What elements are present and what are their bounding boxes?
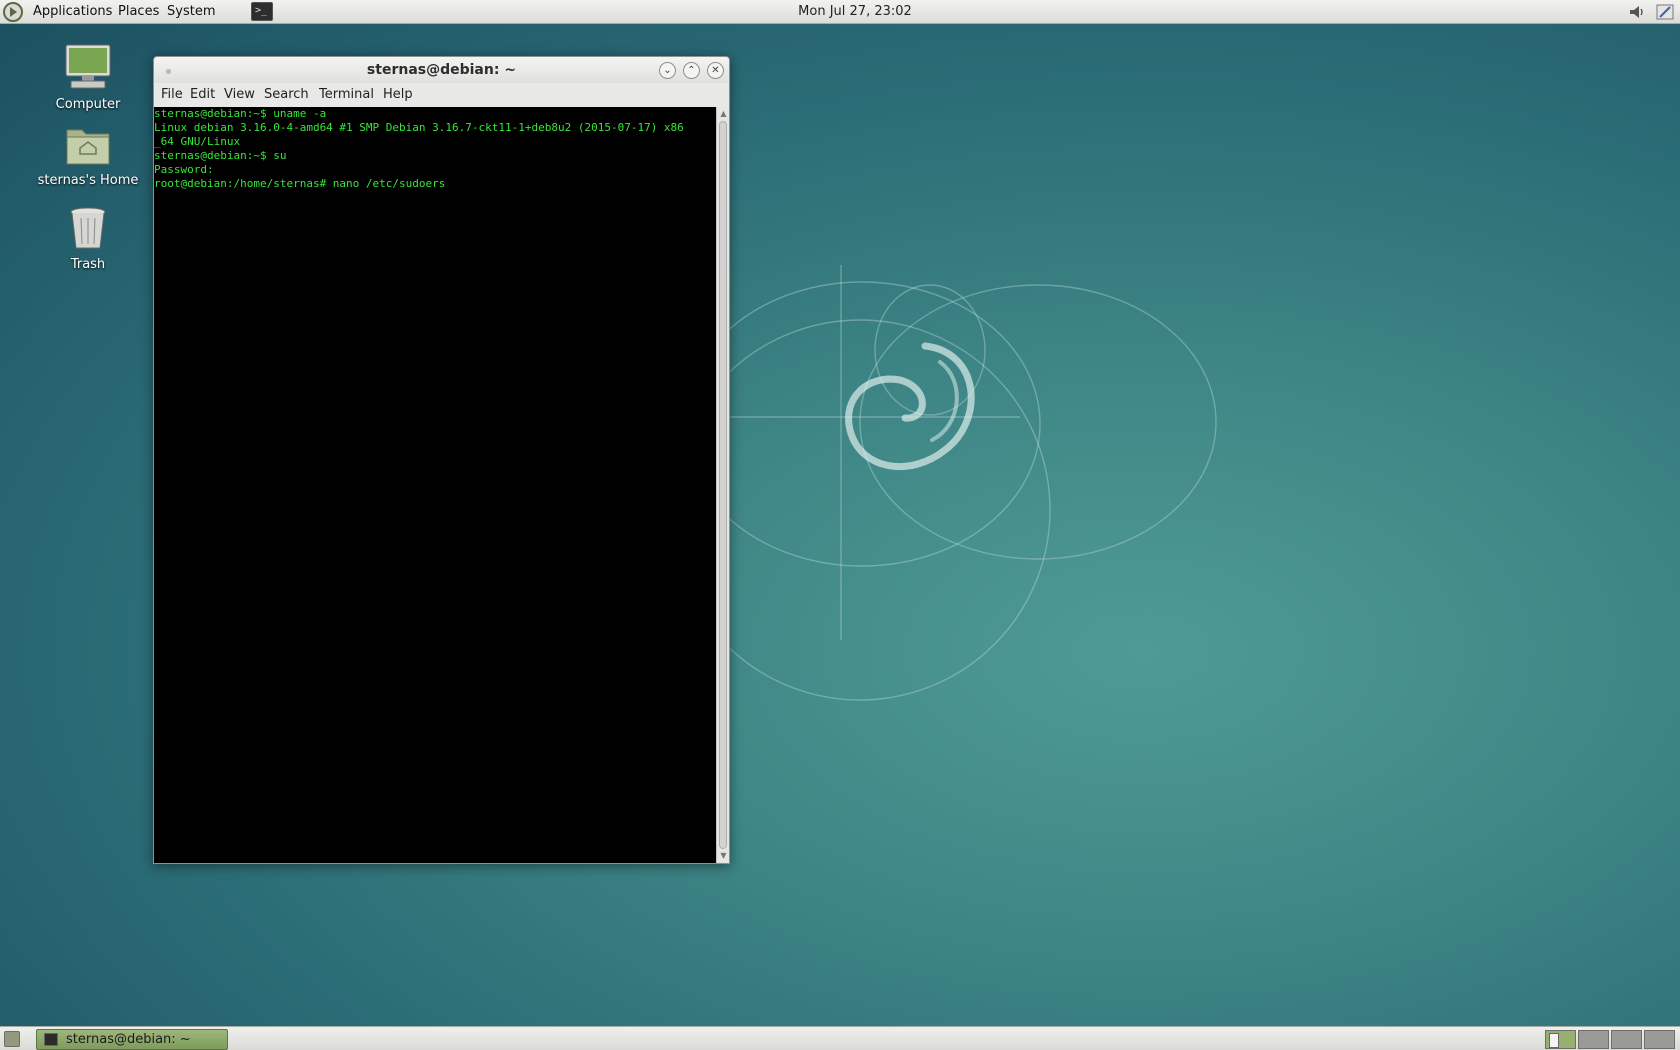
computer-icon bbox=[65, 44, 111, 89]
places-menu[interactable]: Places bbox=[118, 4, 159, 19]
workspace-3[interactable] bbox=[1611, 1030, 1642, 1049]
close-button[interactable]: ✕ bbox=[707, 62, 724, 79]
window-title: sternas@debian: ~ bbox=[366, 62, 517, 78]
desktop-icon-label: Computer bbox=[55, 97, 121, 112]
terminal-line: root@debian:/home/sternas# nano /etc/sud… bbox=[154, 177, 446, 190]
terminal-line: sternas@debian:~$ uname -a bbox=[154, 107, 327, 120]
menu-file[interactable]: File bbox=[161, 87, 183, 102]
terminal-window: sternas@debian: ~ ⌄ ⌃ ✕ File Edit View S… bbox=[153, 56, 730, 864]
workspace-4[interactable] bbox=[1644, 1030, 1675, 1049]
terminal-line: Linux debian 3.16.0-4-amd64 #1 SMP Debia… bbox=[154, 121, 684, 134]
terminal-output[interactable]: sternas@debian:~$ uname -a Linux debian … bbox=[154, 107, 716, 863]
trash-icon bbox=[70, 207, 106, 249]
workspace-1[interactable] bbox=[1545, 1030, 1576, 1049]
window-titlebar[interactable]: sternas@debian: ~ ⌄ ⌃ ✕ bbox=[154, 57, 729, 83]
terminal-line: _64 GNU/Linux bbox=[154, 135, 241, 148]
menu-search[interactable]: Search bbox=[264, 87, 309, 102]
volume-icon[interactable] bbox=[1627, 2, 1647, 22]
terminal-line: sternas@debian:~$ su bbox=[154, 149, 287, 162]
show-desktop-icon[interactable] bbox=[4, 1031, 20, 1047]
terminal-menubar: File Edit View Search Terminal Help bbox=[154, 83, 729, 107]
maximize-button[interactable]: ⌃ bbox=[683, 62, 700, 79]
desktop-icon-label: sternas's Home bbox=[37, 173, 139, 188]
network-icon[interactable] bbox=[1655, 2, 1675, 22]
desktop-icon-computer[interactable]: Computer bbox=[18, 44, 158, 112]
scrollbar-thumb[interactable] bbox=[719, 121, 727, 849]
home-folder-icon bbox=[66, 129, 110, 165]
scroll-down-icon[interactable]: ▼ bbox=[718, 851, 729, 861]
terminal-scrollbar[interactable]: ▲ ▼ bbox=[716, 107, 729, 863]
taskbar-button-label: sternas@debian: ~ bbox=[66, 1032, 191, 1047]
scroll-up-icon[interactable]: ▲ bbox=[718, 109, 729, 119]
main-menu-logo-icon[interactable] bbox=[2, 1, 24, 23]
terminal-icon bbox=[44, 1033, 58, 1046]
menu-view[interactable]: View bbox=[224, 87, 255, 102]
desktop-icon-trash[interactable]: Trash bbox=[18, 206, 158, 272]
menu-help[interactable]: Help bbox=[383, 87, 413, 102]
system-menu[interactable]: System bbox=[167, 4, 215, 19]
taskbar-button-terminal[interactable]: sternas@debian: ~ bbox=[36, 1029, 228, 1050]
terminal-line: Password: bbox=[154, 163, 214, 176]
desktop-icon-label: Trash bbox=[70, 257, 106, 272]
desktop-icon-home[interactable]: sternas's Home bbox=[18, 124, 158, 188]
top-panel: Applications Places System >_ Mon Jul 27… bbox=[0, 0, 1680, 24]
terminal-launcher-icon[interactable]: >_ bbox=[251, 2, 273, 21]
menu-edit[interactable]: Edit bbox=[190, 87, 215, 102]
workspace-2[interactable] bbox=[1578, 1030, 1609, 1049]
clock[interactable]: Mon Jul 27, 23:02 bbox=[790, 2, 920, 22]
menu-terminal[interactable]: Terminal bbox=[319, 87, 374, 102]
applications-menu[interactable]: Applications bbox=[33, 4, 112, 19]
minimize-button[interactable]: ⌄ bbox=[659, 62, 676, 79]
bottom-panel: sternas@debian: ~ bbox=[0, 1026, 1680, 1050]
